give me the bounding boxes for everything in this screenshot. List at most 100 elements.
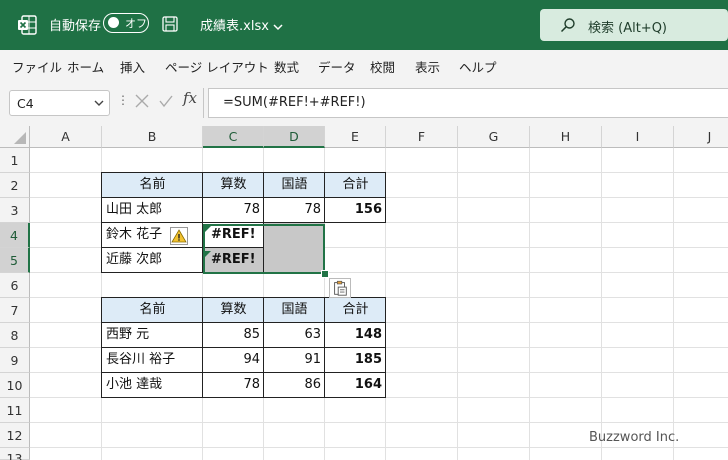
column-header-i[interactable]: I bbox=[602, 126, 674, 148]
menu-data[interactable]: データ bbox=[318, 57, 356, 76]
formula-text: =SUM(#REF!+#REF!) bbox=[223, 95, 366, 110]
table-cell[interactable]: 小池 達哉 bbox=[102, 373, 203, 398]
table2-header-total[interactable]: 合計 bbox=[325, 298, 386, 323]
menu-formulas[interactable]: 数式 bbox=[274, 57, 299, 76]
menu-bar: ファイル ホーム 挿入 ページ レイアウト 数式 データ 校閲 表示 ヘルプ bbox=[0, 50, 728, 80]
gridline bbox=[601, 148, 602, 460]
table-cell[interactable]: 85 bbox=[203, 323, 264, 348]
checkmark-icon[interactable] bbox=[158, 93, 174, 109]
table-cell[interactable]: 山田 太郎 bbox=[102, 198, 203, 223]
search-placeholder: 検索 (Alt+Q) bbox=[588, 21, 668, 36]
cancel-icon[interactable] bbox=[134, 93, 150, 109]
table-border bbox=[324, 172, 325, 223]
menu-review[interactable]: 校閲 bbox=[370, 57, 395, 76]
menu-home[interactable]: ホーム bbox=[67, 57, 104, 76]
table-cell[interactable]: 91 bbox=[264, 348, 325, 373]
formula-input[interactable]: =SUM(#REF!+#REF!) bbox=[208, 88, 728, 118]
warning-icon[interactable] bbox=[170, 227, 188, 245]
table-border bbox=[101, 172, 102, 273]
menu-insert[interactable]: 挿入 bbox=[120, 57, 145, 76]
row-header-6[interactable]: 6 bbox=[0, 273, 30, 298]
menu-file[interactable]: ファイル bbox=[12, 57, 62, 76]
row-header-7[interactable]: 7 bbox=[0, 298, 30, 323]
select-all-triangle bbox=[14, 132, 26, 144]
row-header-10[interactable]: 10 bbox=[0, 373, 30, 398]
table-cell[interactable]: 164 bbox=[325, 373, 386, 398]
table1-header-math[interactable]: 算数 bbox=[203, 173, 264, 198]
table-cell[interactable]: 63 bbox=[264, 323, 325, 348]
row-header-8[interactable]: 8 bbox=[0, 323, 30, 348]
table2-header-math[interactable]: 算数 bbox=[203, 298, 264, 323]
column-header-d[interactable]: D bbox=[264, 126, 325, 148]
column-header-g[interactable]: G bbox=[458, 126, 530, 148]
table-border bbox=[101, 397, 386, 398]
title-bar: 自動保存 オフ 成績表.xlsx 検索 (Alt+Q) bbox=[0, 0, 728, 50]
menu-help[interactable]: ヘルプ bbox=[459, 57, 497, 76]
column-header-e[interactable]: E bbox=[325, 126, 386, 148]
table1-header-total[interactable]: 合計 bbox=[325, 173, 386, 198]
search-icon bbox=[560, 18, 575, 33]
formula-bar: C4 ⋮ fx =SUM(#REF!+#REF!) bbox=[0, 80, 728, 126]
menu-page-layout[interactable]: ページ レイアウト bbox=[165, 57, 269, 76]
column-header-j[interactable]: J bbox=[674, 126, 728, 148]
row-header-12[interactable]: 12 bbox=[0, 423, 30, 448]
error-indicator bbox=[205, 226, 211, 232]
table-border bbox=[385, 172, 386, 223]
row-header-9[interactable]: 9 bbox=[0, 348, 30, 373]
column-header-a[interactable]: A bbox=[30, 126, 102, 148]
table-border bbox=[101, 372, 386, 373]
gridline bbox=[673, 148, 674, 460]
column-header-b[interactable]: B bbox=[102, 126, 203, 148]
autosave-label: 自動保存 bbox=[49, 19, 102, 34]
row-header-11[interactable]: 11 bbox=[0, 398, 30, 423]
autosave-toggle[interactable]: オフ bbox=[103, 13, 149, 33]
chevron-down-icon[interactable] bbox=[94, 99, 104, 107]
toggle-knob bbox=[108, 17, 119, 28]
row-header-13[interactable]: 13 bbox=[0, 448, 30, 460]
worksheet-grid[interactable]: A B C D E F G H I J 1 2 3 4 5 6 7 8 9 10… bbox=[0, 126, 728, 460]
save-icon[interactable] bbox=[162, 16, 178, 32]
excel-logo-icon bbox=[18, 15, 37, 35]
table1-header-name[interactable]: 名前 bbox=[102, 173, 203, 198]
table-cell[interactable]: 148 bbox=[325, 323, 386, 348]
table-cell[interactable]: 185 bbox=[325, 348, 386, 373]
gridline bbox=[30, 447, 728, 448]
name-box-value: C4 bbox=[17, 96, 34, 111]
gridline bbox=[30, 422, 728, 423]
row-header-2[interactable]: 2 bbox=[0, 173, 30, 198]
more-options-icon[interactable]: ⋮ bbox=[117, 93, 129, 107]
selection-range bbox=[203, 224, 325, 274]
table-border bbox=[385, 297, 386, 398]
table-cell[interactable]: 近藤 次郎 bbox=[102, 248, 203, 273]
table1-header-japanese[interactable]: 国語 bbox=[264, 173, 325, 198]
row-header-5[interactable]: 5 bbox=[0, 248, 30, 273]
chevron-down-icon bbox=[273, 23, 283, 30]
table-cell[interactable]: 長谷川 裕子 bbox=[102, 348, 203, 373]
table-cell[interactable]: 94 bbox=[203, 348, 264, 373]
divider bbox=[203, 88, 204, 118]
row-header-1[interactable]: 1 bbox=[0, 148, 30, 173]
row-header-3[interactable]: 3 bbox=[0, 198, 30, 223]
row-header-4[interactable]: 4 bbox=[0, 223, 30, 248]
fill-handle[interactable] bbox=[321, 270, 329, 278]
paste-options-icon[interactable] bbox=[329, 278, 351, 298]
column-header-c[interactable]: C bbox=[203, 126, 264, 148]
insert-function-icon[interactable]: fx bbox=[183, 89, 197, 107]
table-border bbox=[202, 297, 203, 398]
table-border bbox=[101, 297, 102, 398]
select-all-corner[interactable] bbox=[0, 126, 30, 148]
name-box[interactable]: C4 bbox=[9, 90, 110, 116]
menu-view[interactable]: 表示 bbox=[415, 57, 440, 76]
column-header-f[interactable]: F bbox=[386, 126, 458, 148]
table2-header-name[interactable]: 名前 bbox=[102, 298, 203, 323]
column-header-h[interactable]: H bbox=[530, 126, 602, 148]
filename[interactable]: 成績表.xlsx bbox=[200, 15, 283, 34]
table-cell[interactable]: 78 bbox=[203, 373, 264, 398]
table-cell[interactable]: 西野 元 bbox=[102, 323, 203, 348]
search-box[interactable]: 検索 (Alt+Q) bbox=[540, 9, 728, 41]
table-cell[interactable]: 156 bbox=[325, 198, 386, 223]
table-cell[interactable]: 78 bbox=[203, 198, 264, 223]
table-cell[interactable]: 86 bbox=[264, 373, 325, 398]
table2-header-japanese[interactable]: 国語 bbox=[264, 298, 325, 323]
table-cell[interactable]: 78 bbox=[264, 198, 325, 223]
